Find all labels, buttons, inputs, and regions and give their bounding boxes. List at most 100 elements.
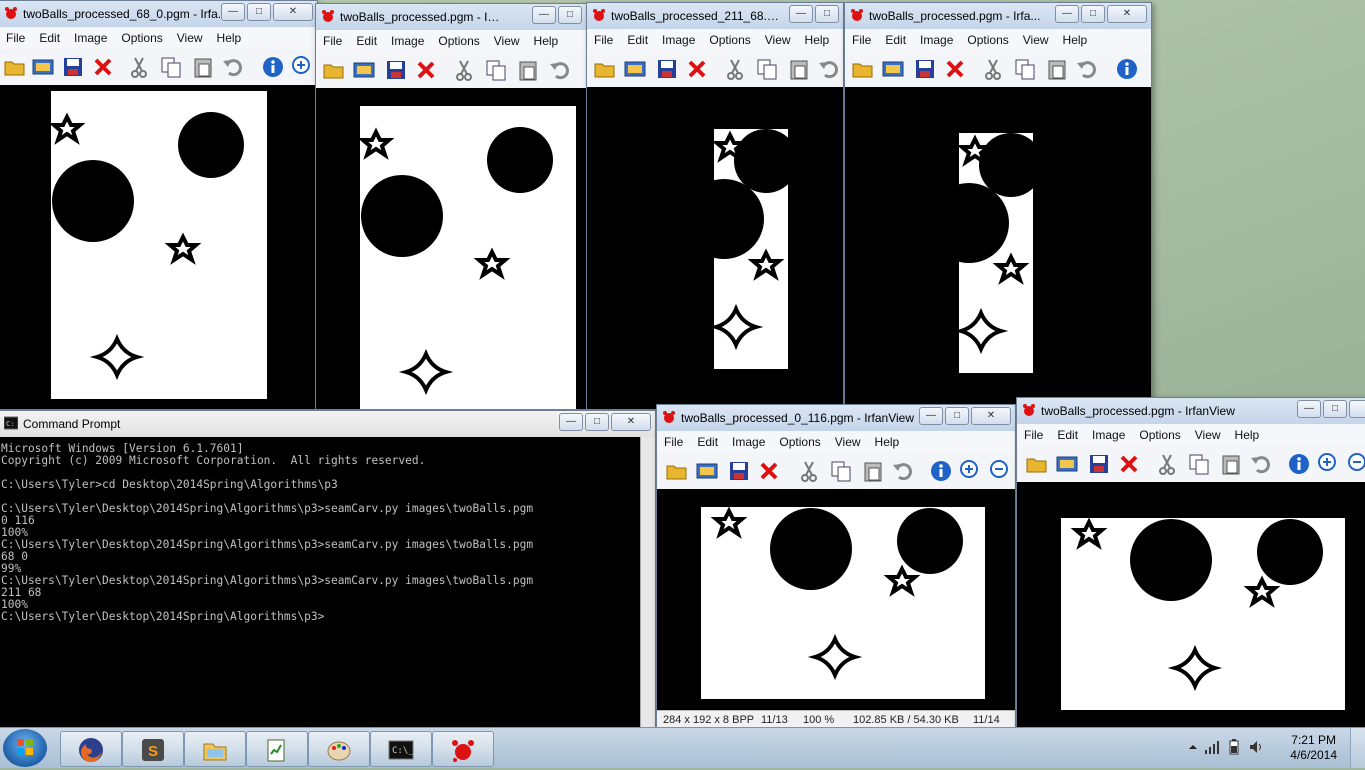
paste-icon[interactable] [516, 58, 540, 82]
undo-icon[interactable] [221, 55, 245, 79]
delete-icon[interactable] [943, 57, 967, 81]
menu-view[interactable]: View [758, 29, 798, 47]
menu-image[interactable]: Image [655, 29, 702, 47]
menu-edit[interactable]: Edit [1050, 424, 1085, 442]
close-button[interactable]: ✕ [611, 413, 651, 431]
cut-icon[interactable] [981, 57, 1005, 81]
menu-edit[interactable]: Edit [349, 30, 384, 48]
title-bar[interactable]: twoBalls_processed_0_116.pgm - IrfanView… [657, 405, 1015, 432]
open-folder-icon[interactable] [593, 57, 617, 81]
maximize-button[interactable]: □ [815, 5, 839, 23]
title-bar[interactable]: twoBalls_processed.pgm - Irfa... — □ ✕ [845, 3, 1151, 30]
menu-view[interactable]: View [1016, 29, 1056, 47]
command-prompt-window[interactable]: C: Command Prompt — □ ✕ Microsoft Windows … [0, 410, 656, 730]
zoom-out-icon[interactable] [1347, 452, 1365, 476]
copy-icon[interactable] [159, 55, 183, 79]
delete-icon[interactable] [91, 55, 115, 79]
close-button[interactable]: ✕ [971, 407, 1011, 425]
slideshow-icon[interactable] [1055, 452, 1079, 476]
undo-icon[interactable] [1249, 452, 1273, 476]
cut-icon[interactable] [452, 58, 476, 82]
menu-help[interactable]: Help [868, 431, 907, 449]
save-icon[interactable] [1087, 452, 1111, 476]
copy-icon[interactable] [484, 58, 508, 82]
menu-view[interactable]: View [487, 30, 527, 48]
open-folder-icon[interactable] [1025, 452, 1049, 476]
menu-options[interactable]: Options [114, 27, 169, 45]
show-desktop-button[interactable] [1350, 728, 1365, 768]
title-bar[interactable]: twoBalls_processed_211_68.pgm - I... —□ [587, 3, 843, 30]
close-button[interactable]: ✕ [1349, 400, 1365, 418]
taskbar-sublime[interactable]: S [122, 731, 184, 767]
menu-options[interactable]: Options [431, 30, 486, 48]
menu-file[interactable]: File [1017, 424, 1050, 442]
open-folder-icon[interactable] [851, 57, 875, 81]
show-hidden-icons-icon[interactable] [1188, 742, 1198, 752]
open-folder-icon[interactable] [3, 55, 27, 79]
taskbar-notepad[interactable] [246, 731, 308, 767]
undo-icon[interactable] [817, 57, 841, 81]
menu-help[interactable]: Help [527, 30, 566, 48]
zoom-in-icon[interactable] [291, 55, 315, 79]
save-icon[interactable] [61, 55, 85, 79]
menu-help[interactable]: Help [1056, 29, 1095, 47]
maximize-button[interactable]: □ [558, 6, 582, 24]
menu-edit[interactable]: Edit [878, 29, 913, 47]
vertical-scrollbar[interactable] [640, 437, 655, 729]
slideshow-icon[interactable] [352, 58, 376, 82]
taskbar-paint[interactable] [308, 731, 370, 767]
info-icon[interactable] [929, 459, 953, 483]
menu-help[interactable]: Help [1228, 424, 1267, 442]
cut-icon[interactable] [723, 57, 747, 81]
irfanview-window-original[interactable]: twoBalls_processed.pgm - Irfa... — □ File… [315, 3, 587, 410]
menu-help[interactable]: Help [798, 29, 837, 47]
paste-icon[interactable] [787, 57, 811, 81]
image-canvas[interactable] [845, 87, 1151, 409]
copy-icon[interactable] [1013, 57, 1037, 81]
menu-options[interactable]: Options [772, 431, 827, 449]
slideshow-icon[interactable] [31, 55, 55, 79]
save-icon[interactable] [655, 57, 679, 81]
zoom-out-icon[interactable] [989, 459, 1013, 483]
menu-file[interactable]: File [0, 27, 32, 45]
minimize-button[interactable]: — [919, 407, 943, 425]
menu-image[interactable]: Image [1085, 424, 1132, 442]
copy-icon[interactable] [1187, 452, 1211, 476]
menu-image[interactable]: Image [913, 29, 960, 47]
maximize-button[interactable]: □ [945, 407, 969, 425]
title-bar[interactable]: C: Command Prompt — □ ✕ [0, 411, 655, 438]
menu-options[interactable]: Options [1132, 424, 1187, 442]
battery-icon[interactable] [1226, 739, 1242, 755]
delete-icon[interactable] [685, 57, 709, 81]
copy-icon[interactable] [755, 57, 779, 81]
delete-icon[interactable] [414, 58, 438, 82]
menu-file[interactable]: File [845, 29, 878, 47]
clock[interactable]: 7:21 PM 4/6/2014 [1290, 733, 1337, 763]
volume-icon[interactable] [1248, 739, 1264, 755]
menu-edit[interactable]: Edit [620, 29, 655, 47]
irfanview-window-original-2[interactable]: twoBalls_processed.pgm - Irfa... — □ ✕ Fil… [844, 2, 1152, 410]
menu-edit[interactable]: Edit [32, 27, 67, 45]
menu-help[interactable]: Help [210, 27, 249, 45]
title-bar[interactable]: twoBalls_processed_68_0.pgm - Irfa... — □… [0, 1, 317, 28]
paste-icon[interactable] [191, 55, 215, 79]
menu-view[interactable]: View [1188, 424, 1228, 442]
irfanview-window-211-68[interactable]: twoBalls_processed_211_68.pgm - I... —□ … [586, 2, 844, 410]
delete-icon[interactable] [757, 459, 781, 483]
menu-image[interactable]: Image [67, 27, 114, 45]
menu-image[interactable]: Image [384, 30, 431, 48]
menu-options[interactable]: Options [702, 29, 757, 47]
menu-file[interactable]: File [587, 29, 620, 47]
menu-file[interactable]: File [316, 30, 349, 48]
irfanview-window-68-0[interactable]: twoBalls_processed_68_0.pgm - Irfa... — □… [0, 0, 318, 410]
delete-icon[interactable] [1117, 452, 1141, 476]
info-icon[interactable] [1287, 452, 1311, 476]
maximize-button[interactable]: □ [1081, 5, 1105, 23]
minimize-button[interactable]: — [559, 413, 583, 431]
info-icon[interactable] [1115, 57, 1139, 81]
close-button[interactable]: ✕ [1107, 5, 1147, 23]
save-icon[interactable] [727, 459, 751, 483]
slideshow-icon[interactable] [623, 57, 647, 81]
paste-icon[interactable] [861, 459, 885, 483]
taskbar-explorer[interactable] [184, 731, 246, 767]
